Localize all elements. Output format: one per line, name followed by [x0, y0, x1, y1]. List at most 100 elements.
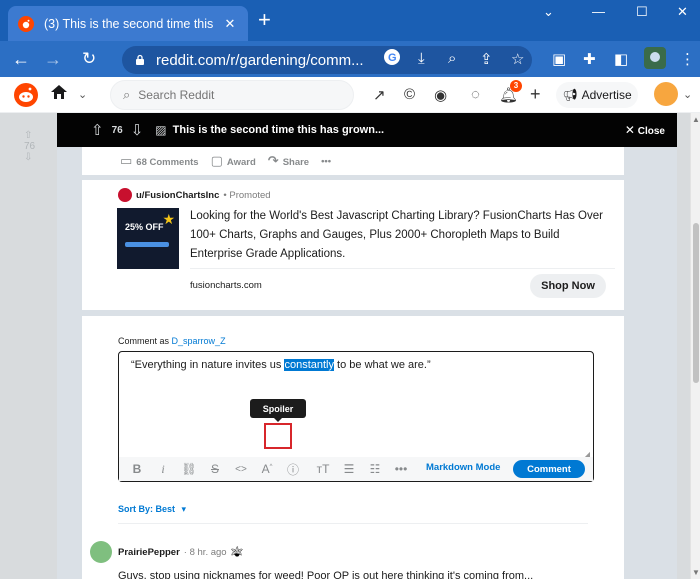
comment-submit-button[interactable]: Comment [513, 460, 585, 478]
scroll-thumb[interactable] [693, 223, 699, 383]
search-icon: ⌕ [123, 87, 131, 102]
comments-button[interactable]: ▭ 68 Comments [120, 153, 199, 169]
window-close-icon[interactable]: ✕ [677, 4, 688, 20]
advertise-button[interactable]: 📢︎ Advertise [556, 82, 638, 108]
advertiser-avatar[interactable] [118, 188, 132, 202]
new-tab-icon[interactable]: + [258, 9, 271, 31]
star-icon: ★ [162, 211, 175, 227]
inline-code-icon[interactable]: <> [233, 464, 249, 475]
upvote-icon[interactable]: ⇧ [91, 121, 104, 139]
reddit-logo-icon[interactable] [14, 83, 38, 107]
bookmark-star-icon[interactable]: ☆ [511, 50, 524, 68]
markdown-mode-button[interactable]: Markdown Mode [426, 462, 500, 473]
sort-by-label: Sort By: Best [118, 504, 176, 514]
award-label: Award [226, 157, 256, 168]
heading-icon[interactable]: ᴛT [315, 462, 331, 476]
superscript-icon[interactable]: A^ [259, 462, 275, 476]
more-formatting-icon[interactable]: ••• [393, 462, 409, 476]
page-scrollbar[interactable]: ▲ ▼ [690, 113, 700, 579]
reddit-search-bar[interactable]: ⌕ [110, 80, 354, 110]
home-icon[interactable] [50, 84, 68, 105]
shop-now-button[interactable]: Shop Now [530, 274, 606, 298]
ad-description[interactable]: Looking for the World's Best Javascript … [190, 207, 610, 264]
commenter-username[interactable]: PrairiePepper [118, 547, 180, 558]
maximize-icon[interactable]: ☐ [636, 4, 648, 20]
sort-divider [118, 523, 588, 524]
downvote-icon[interactable]: ⇩ [131, 121, 144, 139]
reload-icon[interactable]: ↻ [82, 49, 96, 69]
extension-screenshot-icon[interactable]: ▣ [552, 50, 566, 68]
google-icon[interactable]: G [384, 49, 400, 69]
numbered-list-icon[interactable]: ☷ [367, 462, 383, 476]
sort-by-dropdown[interactable]: Sort By: Best ▾ [118, 504, 186, 515]
chat-icon[interactable]: ◌ [471, 86, 480, 103]
promoted-label: • Promoted [223, 189, 271, 201]
ad-domain-link[interactable]: fusioncharts.com [190, 280, 262, 291]
commenter-username-link[interactable]: D_sparrow_Z [172, 336, 226, 346]
close-post-button[interactable]: ✕ Close [625, 123, 665, 137]
bold-icon[interactable]: B [129, 462, 145, 476]
comment-timestamp[interactable]: · 8 hr. ago [184, 547, 227, 558]
back-icon[interactable]: ← [12, 49, 30, 69]
italic-icon[interactable]: i [155, 462, 171, 477]
promoted-post-card: u/FusionChartsInc • Promoted ★ 25% OFF L… [82, 180, 624, 310]
profile-avatar-icon[interactable] [644, 47, 666, 73]
selected-text: constantly [284, 359, 334, 371]
install-icon[interactable]: ⤓ [418, 50, 425, 67]
megaphone-icon: 📢︎ [562, 88, 578, 102]
post-actions-bar: ▭ 68 Comments ▢ Award ↷ Share ••• [82, 147, 624, 175]
search-input[interactable] [138, 88, 319, 102]
rpan-icon[interactable]: ◉ [434, 86, 447, 104]
url-field[interactable]: reddit.com/r/gardening/comm... [122, 46, 532, 74]
scroll-down-icon[interactable]: ▼ [692, 568, 700, 577]
popular-icon[interactable]: ↗ [373, 86, 386, 104]
forward-icon[interactable]: → [44, 49, 62, 69]
scroll-up-icon[interactable]: ▲ [692, 115, 700, 124]
address-bar: ← → ↻ reddit.com/r/gardening/comm... G ⤓… [0, 41, 700, 77]
link-icon[interactable]: ⛓ [181, 462, 197, 476]
strikethrough-icon[interactable]: S [207, 462, 223, 476]
tab-search-icon[interactable]: ⌄ [543, 4, 554, 20]
share-page-icon[interactable]: ⇪ [480, 50, 493, 68]
comment-text[interactable]: “Everything in nature invites us constan… [131, 359, 431, 371]
award-button[interactable]: ▢ Award [211, 153, 256, 169]
ad-thumbnail[interactable]: ★ 25% OFF [117, 208, 179, 269]
bulleted-list-icon[interactable]: ☰ [341, 462, 357, 476]
comment-editor[interactable]: “Everything in nature invites us constan… [118, 351, 594, 482]
comment-section: Comment as D_sparrow_Z “Everything in na… [82, 316, 624, 579]
more-options-icon[interactable]: ••• [321, 156, 331, 167]
advertise-label: Advertise [581, 88, 632, 102]
reddit-header: ⌄ ⌕ ↗ © ◉ ◌ 🔔︎ 3 + 📢︎ Advertise ⌄ [0, 77, 700, 113]
home-dropdown-chevron-icon[interactable]: ⌄ [78, 88, 87, 101]
coins-icon[interactable]: © [404, 86, 415, 103]
browser-tab[interactable]: (3) This is the second time this has ✕ [8, 6, 248, 41]
spoiler-icon[interactable]: ⓘ [285, 461, 301, 478]
commenter-avatar[interactable] [90, 541, 112, 563]
extensions-puzzle-icon[interactable]: ✚ [583, 50, 596, 68]
advertiser-username[interactable]: u/FusionChartsInc [136, 190, 219, 201]
create-post-plus-icon[interactable]: + [530, 84, 541, 105]
tab-close-icon[interactable]: ✕ [222, 16, 238, 32]
share-label: Share [282, 157, 310, 168]
user-menu-chevron-icon[interactable]: ⌄ [683, 88, 692, 101]
award-icon: ▢ [210, 153, 223, 168]
image-post-icon: ▨ [155, 123, 167, 137]
comment-text-before: “Everything in nature invites us [131, 359, 285, 371]
share-arrow-icon: ↷ [267, 153, 279, 168]
comments-count: 68 Comments [136, 157, 199, 168]
comment-as-label: Comment as [118, 336, 170, 346]
comment-bubble-icon: ▭ [120, 153, 133, 168]
sort-chevron-icon: ▾ [181, 504, 187, 514]
comment-text-after: to be what we are.” [334, 359, 431, 371]
browser-menu-icon[interactable]: ⋮ [680, 50, 695, 68]
formatting-toolbar: B i ⛓ S <> A^ ⓘ ᴛT ☰ ☷ ••• Markdown Mode… [119, 457, 593, 481]
sidebar-icon[interactable]: ◧ [614, 50, 628, 68]
zoom-icon[interactable]: ⌕ [448, 50, 456, 67]
user-avatar[interactable] [654, 82, 678, 106]
user-flair-icon: 🪴︎ [230, 546, 244, 558]
minimize-icon[interactable]: — [592, 4, 605, 19]
spoiler-tooltip: Spoiler [250, 399, 306, 422]
share-button[interactable]: ↷ Share [268, 153, 309, 169]
tab-title: (3) This is the second time this has [44, 16, 216, 31]
comment-header: PrairiePepper · 8 hr. ago 🪴︎ [90, 541, 243, 563]
